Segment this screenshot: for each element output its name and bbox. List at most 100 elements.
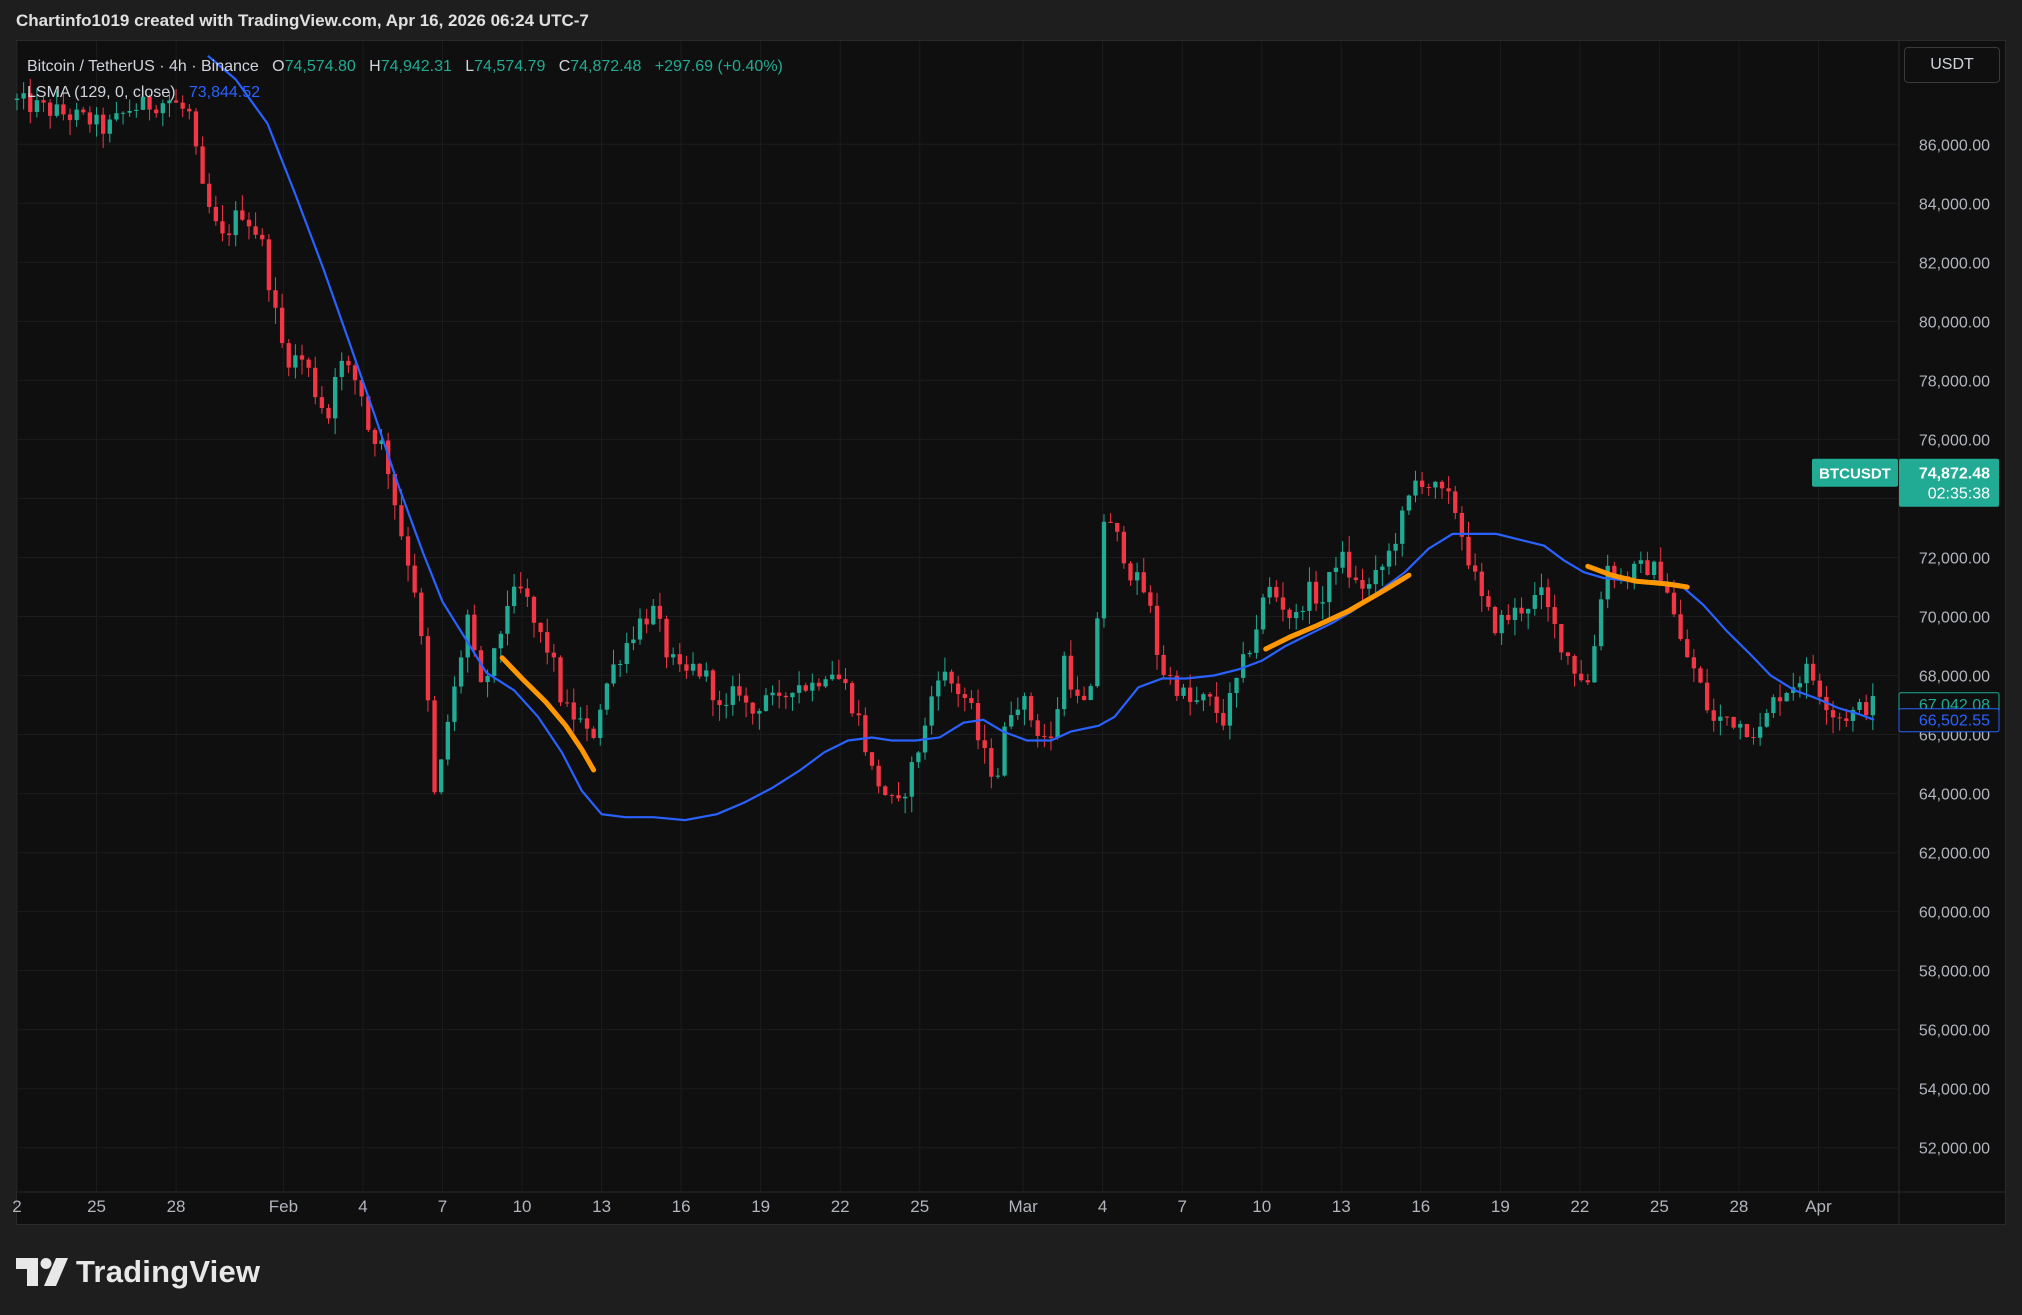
candle-body — [1287, 609, 1292, 619]
candle-body — [1280, 597, 1286, 610]
candle-body — [1380, 566, 1385, 570]
bar-countdown-label: 02:35:38 — [1928, 486, 1990, 503]
candle-body — [1373, 569, 1378, 585]
candle-body — [1446, 488, 1451, 492]
candle-body — [604, 683, 610, 710]
candle-body — [425, 636, 431, 701]
candle-body — [1870, 696, 1875, 716]
candle-body — [1134, 572, 1140, 581]
price-chart[interactable]: 86,000.00 84,000.00 82,000.00 80,000.00 78,0… — [0, 0, 2022, 1225]
indicator-title[interactable]: LSMA (129, 0, close) — [27, 84, 176, 101]
candle-body — [134, 109, 139, 111]
candle-body — [889, 795, 895, 797]
candle-body — [1718, 716, 1723, 721]
symbol-title[interactable]: Bitcoin / TetherUS · 4h · Binance — [27, 58, 259, 75]
candle-body — [1724, 716, 1730, 718]
currency-button[interactable]: USDT — [1904, 47, 2000, 83]
candle-body — [1499, 614, 1504, 634]
candle-body — [286, 343, 291, 368]
candle-body — [525, 588, 530, 597]
price-tick-label: 84,000.00 — [1919, 196, 1990, 213]
tradingview-logo[interactable]: TradingView — [16, 1252, 260, 1292]
candle-body — [452, 686, 457, 722]
candle-body — [591, 728, 596, 738]
candle-body — [644, 618, 649, 625]
candle-body — [319, 397, 325, 409]
level-blue-label: 66,502.55 — [1919, 713, 1990, 730]
candle-body — [803, 685, 808, 691]
candle-body — [1015, 709, 1020, 716]
candle-body — [558, 657, 563, 703]
candle-body — [783, 695, 788, 698]
candle-body — [982, 740, 987, 749]
candle-body — [876, 765, 881, 787]
open-label: O — [272, 58, 285, 75]
highlight-segment — [1263, 572, 1412, 652]
candle-body — [710, 670, 716, 701]
candle-body — [671, 654, 676, 658]
candle-body — [1154, 605, 1160, 655]
candle-body — [154, 109, 159, 114]
price-tick-label: 62,000.00 — [1919, 846, 1990, 863]
candle-body — [1837, 717, 1842, 719]
candle-body — [439, 759, 444, 793]
chart-legend: Bitcoin / TetherUS · 4h · Binance O74,57… — [27, 54, 783, 106]
candle-body — [120, 112, 126, 114]
candle-body — [770, 692, 775, 696]
price-axis: 86,000.00 84,000.00 82,000.00 80,000.00 78,0… — [1919, 137, 1990, 1157]
candle-body — [1115, 522, 1120, 532]
candle-body — [1453, 491, 1458, 513]
candle-body — [1333, 567, 1339, 573]
candle-body — [1294, 612, 1299, 619]
candle-body — [1685, 639, 1690, 658]
price-tick-label: 52,000.00 — [1919, 1141, 1990, 1158]
candle-body — [1492, 606, 1498, 634]
candle-body — [1671, 592, 1677, 615]
price-tick-label: 78,000.00 — [1919, 373, 1990, 390]
candle-body — [1022, 696, 1027, 710]
candle-body — [1187, 687, 1193, 702]
candle-body — [74, 109, 79, 121]
candle-body — [419, 592, 424, 637]
candle-body — [949, 671, 954, 684]
candle-body — [1101, 521, 1107, 619]
candle-body — [1466, 536, 1471, 566]
candle-body — [1214, 696, 1219, 713]
candle-body — [1651, 561, 1657, 576]
candle-body — [637, 618, 643, 640]
candle-body — [1777, 697, 1783, 702]
candle-body — [1121, 531, 1127, 564]
time-tick-label: 22 — [831, 1197, 850, 1216]
time-tick-label: 4 — [358, 1197, 367, 1216]
candle-body — [1526, 608, 1531, 614]
candle-body — [1221, 712, 1226, 726]
candle-body — [1519, 607, 1524, 614]
candle-body — [624, 643, 629, 665]
time-tick-label: 7 — [1177, 1197, 1186, 1216]
symbol-legend-row: Bitcoin / TetherUS · 4h · Binance O74,57… — [27, 54, 783, 80]
change-value: +297.69 (+0.40%) — [654, 58, 783, 75]
time-tick-label: 16 — [1411, 1197, 1430, 1216]
candle-body — [445, 721, 450, 760]
candle-body — [571, 702, 576, 720]
lsma-line — [207, 54, 1875, 822]
candle-body — [352, 365, 358, 381]
candle-body — [929, 696, 934, 726]
candle-body — [1864, 702, 1869, 716]
candle-body — [551, 652, 557, 658]
candle-body — [1234, 677, 1239, 694]
candle-body — [830, 674, 835, 680]
candle-body — [1108, 521, 1113, 523]
price-tick-label: 60,000.00 — [1919, 905, 1990, 922]
candle-body — [458, 657, 464, 687]
candle-body — [14, 98, 20, 101]
candle-body — [213, 206, 218, 222]
candle-body — [472, 614, 477, 651]
candle-body — [266, 239, 272, 291]
candle-body — [1307, 581, 1312, 611]
candle-body — [518, 586, 523, 589]
candle-body — [836, 674, 842, 680]
grid-lines — [16, 41, 1898, 1192]
candle-body — [531, 596, 537, 623]
candle-body — [1161, 654, 1166, 675]
